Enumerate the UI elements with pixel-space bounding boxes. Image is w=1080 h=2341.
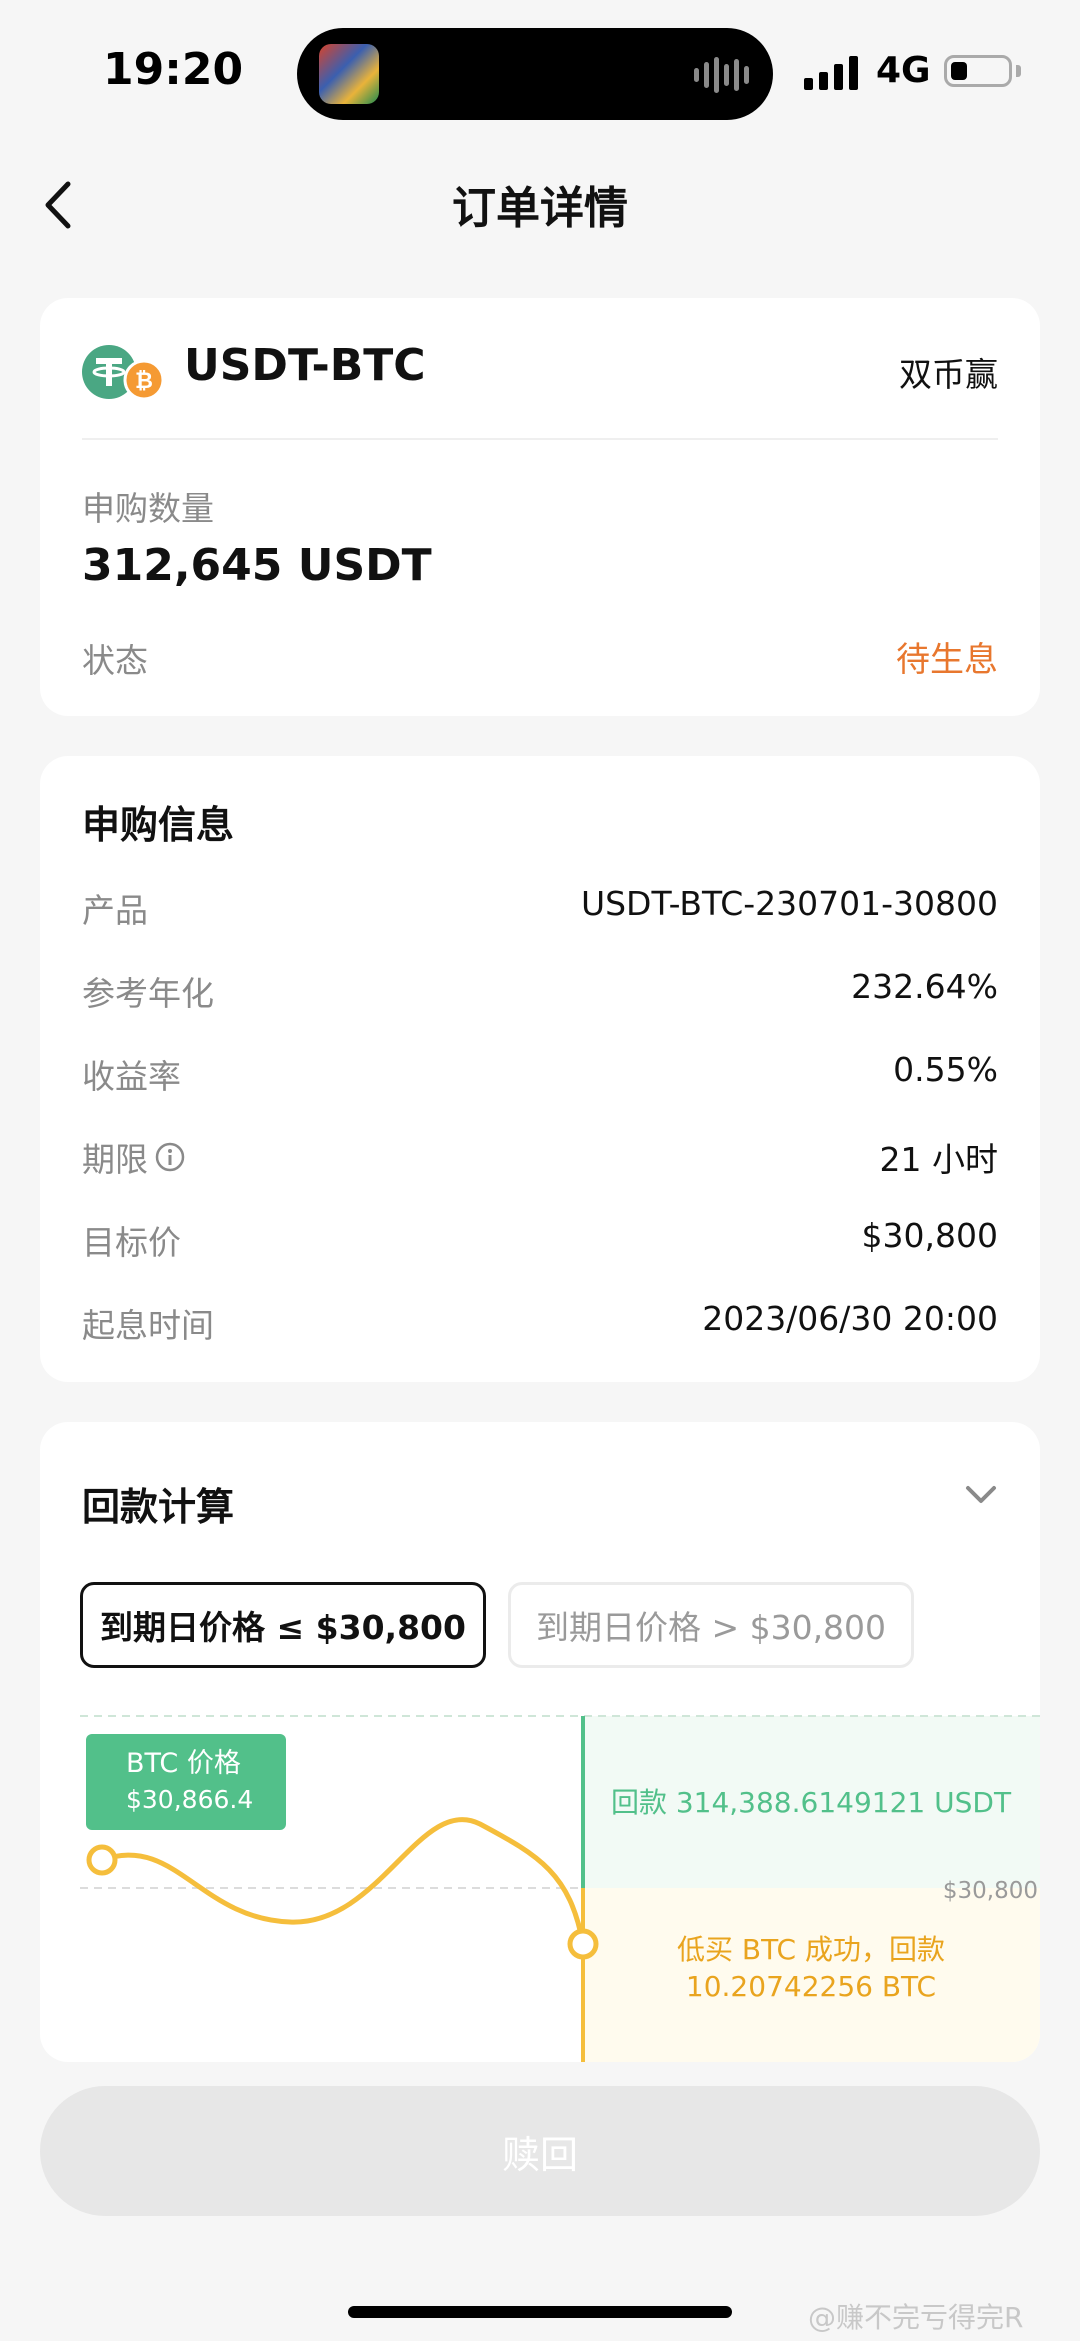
- subscription-info-card: 申购信息 产品 USDT-BTC-230701-30800 参考年化 232.6…: [40, 756, 1040, 1382]
- row-value-apr: 232.64%: [851, 967, 998, 1006]
- payout-calculation-card: 回款计算 到期日价格 ≤ $30,800 到期日价格 > $30,800 BTC…: [40, 1422, 1040, 2062]
- home-indicator[interactable]: [348, 2306, 732, 2318]
- row-label-yield: 收益率: [82, 1057, 181, 1096]
- redeem-button[interactable]: 赎回: [40, 2086, 1040, 2216]
- price-curve: [99, 1817, 586, 1947]
- status-time: 19:20: [103, 44, 244, 95]
- section-title: 回款计算: [82, 1485, 235, 1529]
- row-label-target-price: 目标价: [82, 1223, 181, 1262]
- tooltip-price: $30,866.4: [126, 1785, 253, 1814]
- status-value: 待生息: [896, 640, 998, 680]
- payout-chart: BTC 价格 $30,866.4 回款 314,388.6149121 USDT…: [80, 1715, 1040, 2062]
- row-value-term: 21 小时: [879, 1140, 998, 1179]
- signal-icon: [804, 56, 858, 90]
- quantity-value: 312,645 USDT: [82, 540, 432, 591]
- row-label-start-time: 起息时间: [82, 1306, 214, 1345]
- status-label: 状态: [82, 641, 148, 680]
- watermark: @赚不完亏得完R: [808, 2301, 1024, 2334]
- divider: [82, 438, 998, 440]
- audio-wave-icon: [694, 56, 749, 94]
- tab-price-below-target[interactable]: 到期日价格 ≤ $30,800: [80, 1582, 486, 1668]
- dynamic-island: [297, 28, 773, 120]
- coin-pair-icon: ₿: [82, 345, 164, 401]
- row-label-term-text: 期限: [82, 1140, 148, 1179]
- lower-payout-text-1: 低买 BTC 成功，回款: [677, 1933, 945, 1966]
- pair-name: USDT-BTC: [184, 340, 426, 391]
- now-playing-thumbnail: [319, 44, 379, 104]
- upper-payout-text: 回款 314,388.6149121 USDT: [611, 1786, 1012, 1819]
- btc-coin-icon: ₿: [123, 359, 164, 401]
- end-point: [567, 1928, 599, 1960]
- section-title: 申购信息: [82, 803, 235, 847]
- row-value-yield: 0.55%: [893, 1050, 998, 1089]
- tooltip-label: BTC 价格: [126, 1748, 241, 1779]
- battery-icon: [944, 55, 1012, 87]
- order-summary-card: ₿ USDT-BTC 双币赢 申购数量 312,645 USDT 状态 待生息: [40, 298, 1040, 716]
- quantity-label: 申购数量: [82, 489, 214, 528]
- start-point: [86, 1844, 118, 1876]
- network-label: 4G: [876, 50, 931, 91]
- row-label-term: 期限: [82, 1133, 186, 1181]
- svg-text:₿: ₿: [135, 369, 153, 394]
- strike-price-label: $30,800: [943, 1878, 1038, 1904]
- tab-price-above-target[interactable]: 到期日价格 > $30,800: [508, 1582, 914, 1668]
- row-value-start-time: 2023/06/30 20:00: [702, 1299, 998, 1338]
- info-icon[interactable]: [154, 1141, 186, 1173]
- chevron-down-icon[interactable]: [964, 1484, 998, 1506]
- product-type: 双币赢: [899, 355, 998, 394]
- row-label-apr: 参考年化: [82, 974, 214, 1013]
- page-title: 订单详情: [452, 183, 628, 234]
- row-label-product: 产品: [82, 891, 148, 930]
- row-value-product: USDT-BTC-230701-30800: [580, 884, 998, 923]
- row-value-target-price: $30,800: [861, 1216, 998, 1255]
- lower-payout-text-2: 10.20742256 BTC: [686, 1970, 936, 2003]
